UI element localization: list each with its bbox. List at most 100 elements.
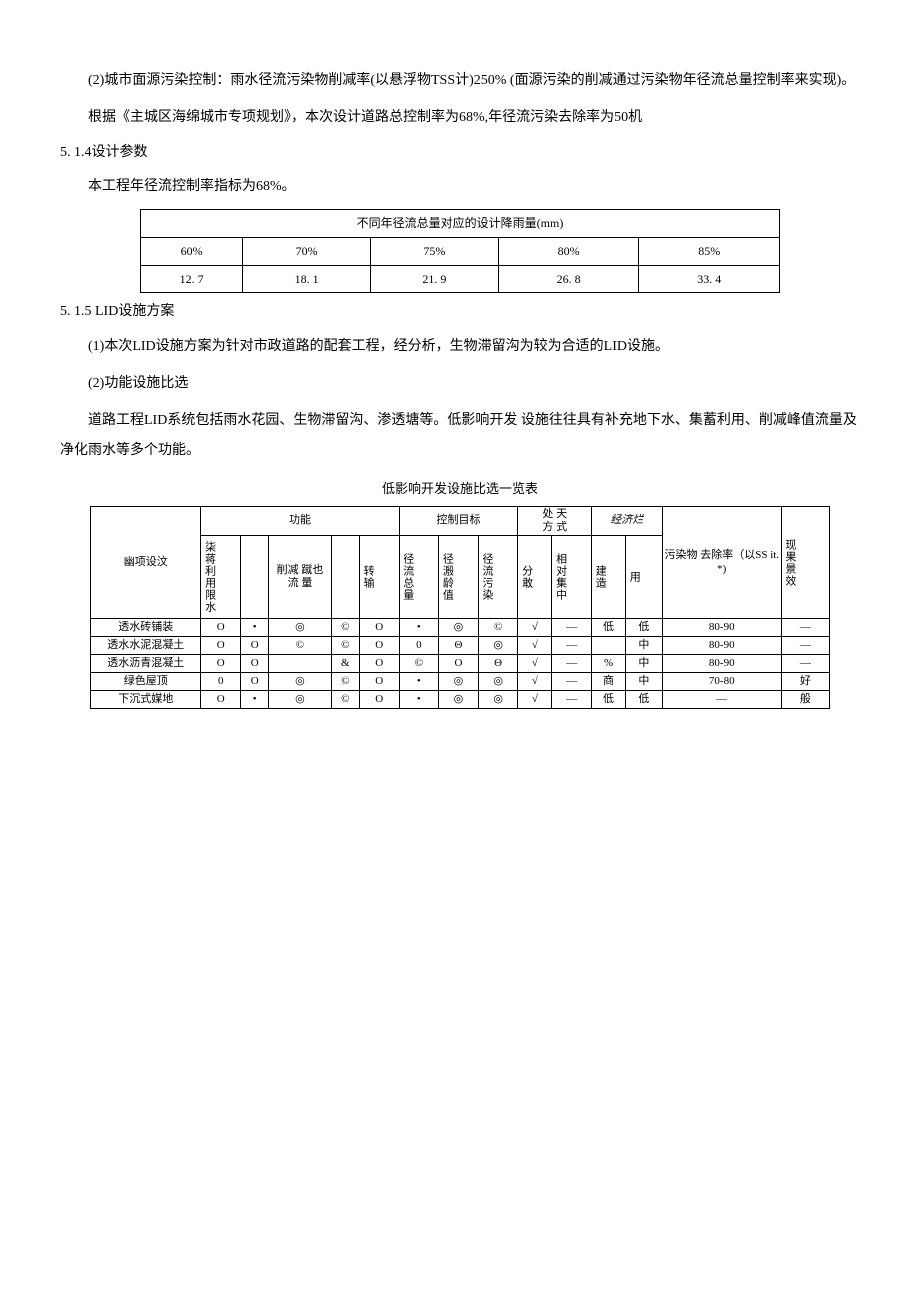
lid-sub: 用: [626, 536, 663, 619]
rainfall-header: 60%: [141, 237, 243, 265]
paragraph-2: (2)城市面源污染控制：雨水径流污染物削减率(以悬浮物TSS计)250% (面源…: [60, 66, 860, 97]
lid-cell: ©: [399, 655, 439, 673]
lid-name: 透水水泥混凝土: [91, 637, 201, 655]
lid-cell: O: [439, 655, 479, 673]
rainfall-value: 18. 1: [243, 265, 371, 293]
lid-cell: ◎: [439, 619, 479, 637]
lid-cell: —: [552, 637, 592, 655]
table-row: 透水沥青混凝土 O O & O © O Θ √ — % 中 80-90 —: [91, 655, 830, 673]
lid-sub: 柒蒋利用限水: [201, 536, 241, 619]
paragraph-6: (2)功能设施比选: [60, 369, 860, 400]
lid-cell: —: [781, 619, 829, 637]
lid-name: 透水沥青混凝土: [91, 655, 201, 673]
lid-head-mode: 处 天 方 式: [518, 506, 592, 535]
lid-sub: 径流污染: [478, 536, 518, 619]
lid-sub: 径流总量: [399, 536, 439, 619]
lid-cell: —: [552, 655, 592, 673]
lid-cell: —: [552, 619, 592, 637]
lid-head-target: 控制目标: [399, 506, 518, 535]
lid-cell: •: [399, 673, 439, 691]
lid-cell: 好: [781, 673, 829, 691]
lid-cell: O: [359, 673, 399, 691]
lid-cell: 般: [781, 691, 829, 709]
lid-cell: •: [399, 691, 439, 709]
rainfall-table-caption: 不同年径流总量对应的设计降雨量(mm): [141, 209, 780, 237]
lid-sub: [331, 536, 359, 619]
lid-head-effect: 现果景效: [781, 506, 829, 618]
lid-cell: 80-90: [662, 637, 781, 655]
section-515: 5. 1.5 LID设施方案: [60, 299, 860, 326]
rainfall-header: 70%: [243, 237, 371, 265]
lid-cell: O: [359, 637, 399, 655]
lid-cell: ©: [478, 619, 518, 637]
lid-compare-table: 幽项设汶 功能 控制目标 处 天 方 式 经济烂 污染物 去除率（以SS it.…: [90, 506, 830, 709]
lid-cell: •: [241, 691, 269, 709]
paragraph-3: 根据《主城区海绵城市专项规划》，本次设计道路总控制率为68%,年径流污染去除率为…: [60, 103, 860, 134]
lid-cell: —: [552, 691, 592, 709]
lid-sub: 削减 蹴也 流 量: [269, 536, 331, 619]
rainfall-header: 80%: [498, 237, 639, 265]
lid-head-pollutant: 污染物 去除率（以SS it. *): [662, 506, 781, 618]
lid-cell: ◎: [478, 691, 518, 709]
rainfall-value: 33. 4: [639, 265, 780, 293]
lid-cell: 中: [626, 655, 663, 673]
lid-sub: 相对集中: [552, 536, 592, 619]
lid-name: 下沉式媒地: [91, 691, 201, 709]
section-514: 5. 1.4设计参数: [60, 140, 860, 167]
lid-cell: √: [518, 673, 552, 691]
lid-cell: 低: [592, 691, 626, 709]
rainfall-value: 26. 8: [498, 265, 639, 293]
lid-cell: √: [518, 637, 552, 655]
lid-cell: Θ: [439, 637, 479, 655]
lid-cell: O: [359, 655, 399, 673]
lid-cell: √: [518, 619, 552, 637]
lid-cell: •: [241, 619, 269, 637]
lid-cell: 80-90: [662, 619, 781, 637]
lid-cell: ◎: [439, 691, 479, 709]
lid-cell: 低: [592, 619, 626, 637]
lid-cell: [592, 637, 626, 655]
lid-sub: 分敢: [518, 536, 552, 619]
lid-cell: ©: [331, 673, 359, 691]
lid-cell: ◎: [269, 619, 331, 637]
lid-cell: 低: [626, 619, 663, 637]
lid-head-item: 幽项设汶: [91, 506, 201, 618]
lid-cell: [269, 655, 331, 673]
lid-cell: O: [241, 655, 269, 673]
lid-cell: O: [241, 673, 269, 691]
lid-cell: O: [201, 637, 241, 655]
lid-cell: 0: [201, 673, 241, 691]
table-row: 幽项设汶 功能 控制目标 处 天 方 式 经济烂 污染物 去除率（以SS it.…: [91, 506, 830, 535]
lid-cell: %: [592, 655, 626, 673]
lid-name: 透水砖铺装: [91, 619, 201, 637]
table-row: 绿色屋顶 0 O ◎ © O • ◎ ◎ √ — 商 中 70-80 好: [91, 673, 830, 691]
lid-cell: √: [518, 655, 552, 673]
lid-sub: 径溵龄值: [439, 536, 479, 619]
lid-cell: —: [781, 655, 829, 673]
lid-cell: O: [241, 637, 269, 655]
rainfall-value: 12. 7: [141, 265, 243, 293]
table-row: 透水砖铺装 O • ◎ © O • ◎ © √ — 低 低 80-90 —: [91, 619, 830, 637]
table-row: 透水水泥混凝土 O O © © O 0 Θ ◎ √ — 中 80-90 —: [91, 637, 830, 655]
lid-cell: ◎: [478, 637, 518, 655]
lid-cell: √: [518, 691, 552, 709]
paragraph-7: 道路工程LID系统包括雨水花园、生物滞留沟、渗透塘等。低影响开发 设施往往具有补…: [60, 406, 860, 468]
lid-cell: O: [201, 619, 241, 637]
rainfall-header: 85%: [639, 237, 780, 265]
lid-cell: 中: [626, 673, 663, 691]
lid-cell: ©: [331, 637, 359, 655]
lid-cell: &: [331, 655, 359, 673]
rainfall-header: 75%: [371, 237, 499, 265]
lid-cell: 商: [592, 673, 626, 691]
lid-sub: 转输: [359, 536, 399, 619]
lid-cell: ©: [331, 619, 359, 637]
lid-cell: ◎: [269, 691, 331, 709]
paragraph-5: (1)本次LID设施方案为针对市政道路的配套工程，经分析，生物滞留沟为较为合适的…: [60, 332, 860, 363]
lid-cell: O: [359, 691, 399, 709]
lid-cell: ©: [331, 691, 359, 709]
lid-sub: 建造: [592, 536, 626, 619]
lid-cell: 0: [399, 637, 439, 655]
lid-cell: 低: [626, 691, 663, 709]
lid-cell: 70-80: [662, 673, 781, 691]
lid-cell: •: [399, 619, 439, 637]
